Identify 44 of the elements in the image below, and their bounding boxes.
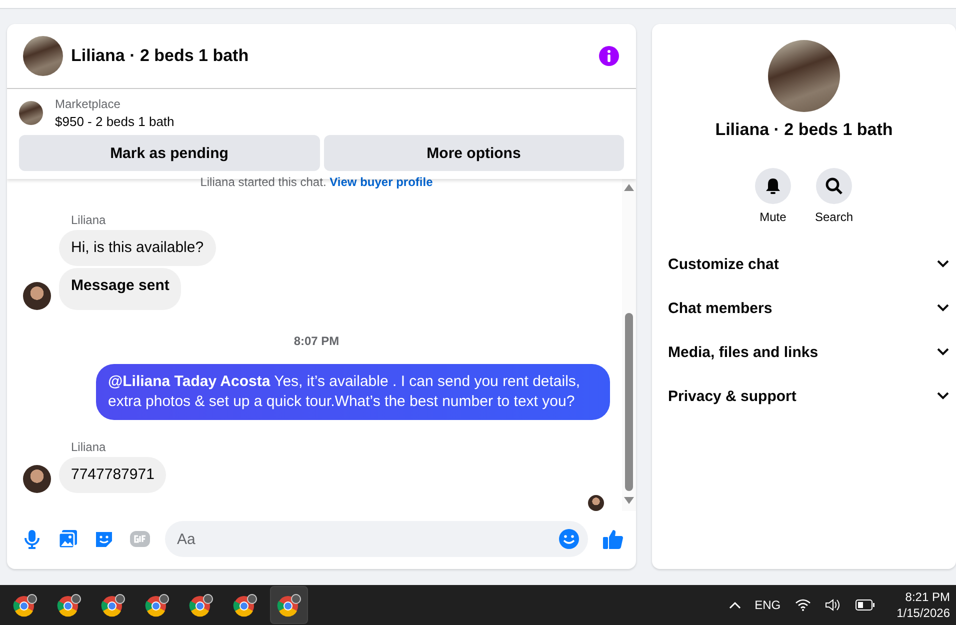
sender-name: Liliana <box>71 213 107 227</box>
speaker-icon[interactable] <box>824 598 841 612</box>
thumbs-up-icon[interactable] <box>602 528 624 550</box>
clock-time[interactable]: 8:21 PM <box>905 590 950 604</box>
avatar <box>588 495 604 511</box>
listing-label: Marketplace <box>55 97 122 111</box>
section-header[interactable]: Privacy & support <box>668 374 950 418</box>
emoji-icon[interactable] <box>558 528 580 550</box>
scrollbar[interactable] <box>622 179 636 511</box>
language-indicator[interactable]: ENG <box>754 598 781 612</box>
photo-placeholder <box>19 101 43 125</box>
outgoing-message: @Liliana Taday Acosta Yes, it’s available . I can send you rent details, extra photos & set up a quick tour.What’s the best number to text you? <box>96 364 610 420</box>
scroll-down-icon[interactable] <box>624 497 634 505</box>
chevron-icon <box>936 303 950 313</box>
section-header[interactable]: Chat members <box>668 286 950 330</box>
scroll-up-icon[interactable] <box>624 183 634 191</box>
chevron-icon <box>936 391 950 401</box>
chevron-up-icon[interactable] <box>728 601 741 609</box>
timestamp: 8:07 PM <box>294 334 340 348</box>
search-icon <box>825 177 843 195</box>
photo-icon[interactable] <box>57 528 79 550</box>
action-button[interactable]: Mark as pending <box>19 135 320 171</box>
details-title: Liliana · 2 beds 1 bath <box>715 120 893 140</box>
message-input[interactable]: Aa <box>165 521 588 557</box>
info-icon[interactable] <box>598 45 620 67</box>
chevron-icon <box>936 259 950 269</box>
wifi-icon[interactable] <box>794 599 811 611</box>
clock-date[interactable]: 1/15/2026 <box>896 606 950 620</box>
incoming-message: Hi, is this available? <box>59 230 216 266</box>
photo-placeholder <box>23 36 63 76</box>
chevron-icon <box>936 347 950 357</box>
battery-icon[interactable] <box>854 599 875 611</box>
chat-notice: Liliana started this chat. View buyer profile <box>199 175 434 191</box>
listing-summary: $950 - 2 beds 1 bath <box>55 114 174 129</box>
section-header[interactable]: Media, files and links <box>668 330 950 374</box>
action-button[interactable]: More options <box>324 135 624 171</box>
buyer-profile-link[interactable]: View buyer profile <box>330 175 433 189</box>
sender-name: Liliana <box>71 440 107 454</box>
browser-taskbar-icon[interactable] <box>270 586 308 624</box>
section-header[interactable]: Customize chat <box>668 242 950 286</box>
bell-icon <box>764 177 782 195</box>
chat-title: Liliana · 2 beds 1 bath <box>71 46 250 66</box>
incoming-message: 7747787971 <box>59 457 166 493</box>
incoming-message: Message sent <box>59 268 182 310</box>
